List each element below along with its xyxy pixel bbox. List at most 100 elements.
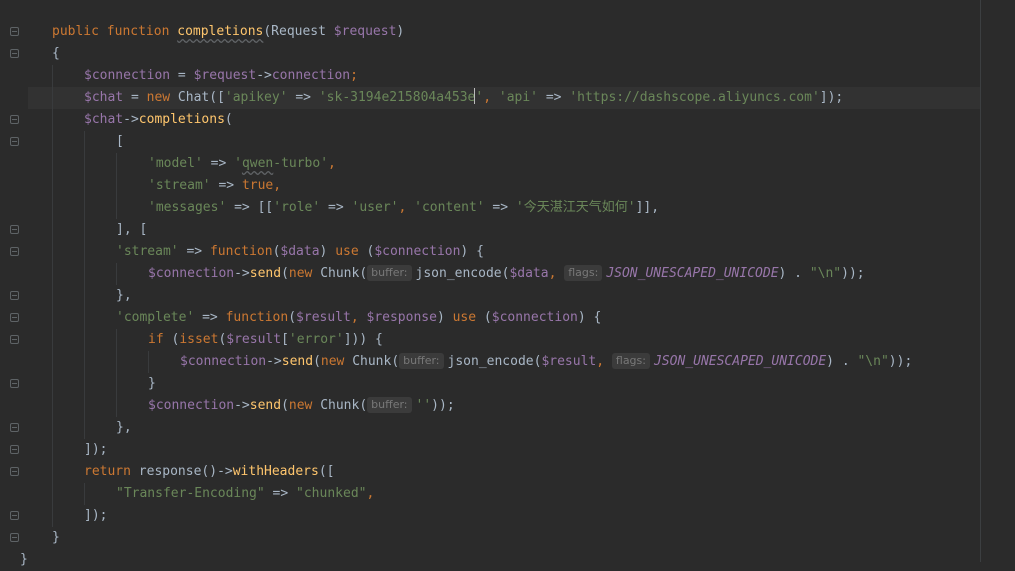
keyword: new: [288, 266, 313, 281]
code-line[interactable]: 'stream' => true,: [148, 175, 281, 197]
method-name: withHeaders: [232, 464, 319, 479]
keyword: use: [452, 310, 477, 325]
code-line[interactable]: return response()->withHeaders([: [84, 461, 334, 483]
code-text: (Request: [263, 24, 334, 39]
string: 'sk-3194e215804a453e: [318, 90, 476, 105]
string: ': [234, 156, 242, 171]
code-text: =>: [194, 310, 226, 325]
code-text: json_encode(: [415, 266, 510, 281]
variable: $connection: [180, 354, 267, 369]
code-text: json_encode(: [447, 354, 542, 369]
variable: $result: [541, 354, 597, 369]
code-text: ): [319, 244, 336, 259]
fold-icon[interactable]: [10, 115, 19, 124]
code-line[interactable]: "Transfer-Encoding" => "chunked",: [116, 483, 374, 505]
code-text: Chat([: [170, 90, 225, 105]
fold-icon[interactable]: [10, 423, 19, 432]
code-line[interactable]: 'messages' => [['role' => 'user', 'conte…: [148, 197, 659, 219]
editor-gutter: [0, 0, 28, 562]
fold-icon[interactable]: [10, 225, 19, 234]
code-text: ->: [234, 266, 250, 281]
fold-icon[interactable]: [10, 313, 19, 322]
code-text: ) .: [778, 266, 810, 281]
code-text: ,: [596, 354, 612, 369]
code-line[interactable]: }: [52, 527, 60, 549]
code-line[interactable]: ]);: [84, 505, 107, 527]
code-line[interactable]: $connection->send(new Chunk(buffer: json_…: [180, 351, 912, 373]
fold-icon[interactable]: [10, 291, 19, 300]
variable: $chat: [84, 112, 124, 127]
code-line[interactable]: 'stream' => function($data) use ($connec…: [116, 241, 484, 263]
fold-icon[interactable]: [10, 445, 19, 454]
code-line[interactable]: {: [52, 43, 60, 65]
fold-icon[interactable]: [10, 137, 19, 146]
code-line[interactable]: $chat->completions(: [84, 109, 233, 131]
variable: $connection: [491, 310, 578, 325]
code-text: ) {: [460, 244, 484, 259]
property: connection: [271, 68, 351, 83]
param-hint: buffer:: [367, 265, 412, 281]
keyword: true: [241, 178, 274, 193]
code-text: ])) {: [343, 332, 383, 347]
string: qwen: [241, 156, 274, 171]
code-text: ->: [234, 398, 250, 413]
variable: $request: [193, 68, 257, 83]
fold-icon[interactable]: [10, 467, 19, 476]
string: 'https://dashscope.aliyuncs.com': [569, 90, 820, 105]
code-line[interactable]: $connection = $request->connection;: [84, 65, 358, 87]
code-text: (: [288, 310, 297, 325]
code-line[interactable]: $connection->send(new Chunk(buffer: ''));: [148, 395, 455, 417]
string: '今天湛江天气如何': [515, 200, 636, 215]
code-line[interactable]: 'model' => 'qwen-turbo',: [148, 153, 336, 175]
code-text: ,: [350, 310, 367, 325]
code-line[interactable]: },: [116, 285, 132, 307]
indent-guide: [148, 351, 149, 373]
fold-icon[interactable]: [10, 247, 19, 256]
code-text: (: [313, 354, 321, 369]
code-line[interactable]: if (isset($result['error'])) {: [148, 329, 383, 351]
code-text: =>: [320, 200, 352, 215]
code-line[interactable]: },: [116, 417, 132, 439]
keyword: return: [84, 464, 131, 479]
code-text: =>: [538, 90, 570, 105]
code-text: ]);: [819, 90, 844, 105]
code-text: =: [123, 90, 147, 105]
string: 'content': [414, 200, 485, 215]
code-line[interactable]: 'complete' => function($result, $respons…: [116, 307, 601, 329]
code-line[interactable]: public function completions(Request $req…: [52, 21, 404, 43]
code-line[interactable]: [: [116, 131, 124, 153]
param-hint: buffer:: [367, 397, 412, 413]
string: -turbo': [273, 156, 329, 171]
keyword: new: [288, 398, 313, 413]
fold-icon[interactable]: [10, 379, 19, 388]
code-text: (: [224, 112, 233, 127]
string: 'stream': [148, 178, 211, 193]
code-text: ->: [217, 464, 233, 479]
code-line[interactable]: $connection->send(new Chunk(buffer: json_…: [148, 263, 865, 285]
code-editor[interactable]: public function completions(Request $req…: [0, 0, 1015, 567]
variable: $data: [280, 244, 320, 259]
fold-icon[interactable]: [10, 335, 19, 344]
code-text: ,: [398, 200, 415, 215]
code-line[interactable]: }: [148, 373, 156, 395]
code-text: }: [148, 376, 156, 391]
code-line[interactable]: }: [20, 549, 28, 571]
code-text: (: [281, 266, 289, 281]
fold-icon[interactable]: [10, 511, 19, 520]
indent-guide: [84, 131, 85, 439]
code-text: ): [436, 310, 453, 325]
code-line[interactable]: ], [: [116, 219, 147, 241]
function-name: completions: [177, 24, 264, 39]
keyword: function: [106, 24, 170, 39]
string: "chunked": [296, 486, 367, 501]
fold-icon[interactable]: [10, 49, 19, 58]
constant: JSON_UNESCAPED_UNICODE: [606, 266, 779, 281]
code-text: ,: [273, 178, 282, 193]
code-text: },: [116, 288, 132, 303]
code-line[interactable]: ]);: [84, 439, 107, 461]
fold-icon[interactable]: [10, 27, 19, 36]
code-line[interactable]: $chat = new Chat(['apikey' => 'sk-3194e2…: [84, 87, 843, 109]
variable: $response: [366, 310, 437, 325]
code-text: },: [116, 420, 132, 435]
fold-icon[interactable]: [10, 533, 19, 542]
